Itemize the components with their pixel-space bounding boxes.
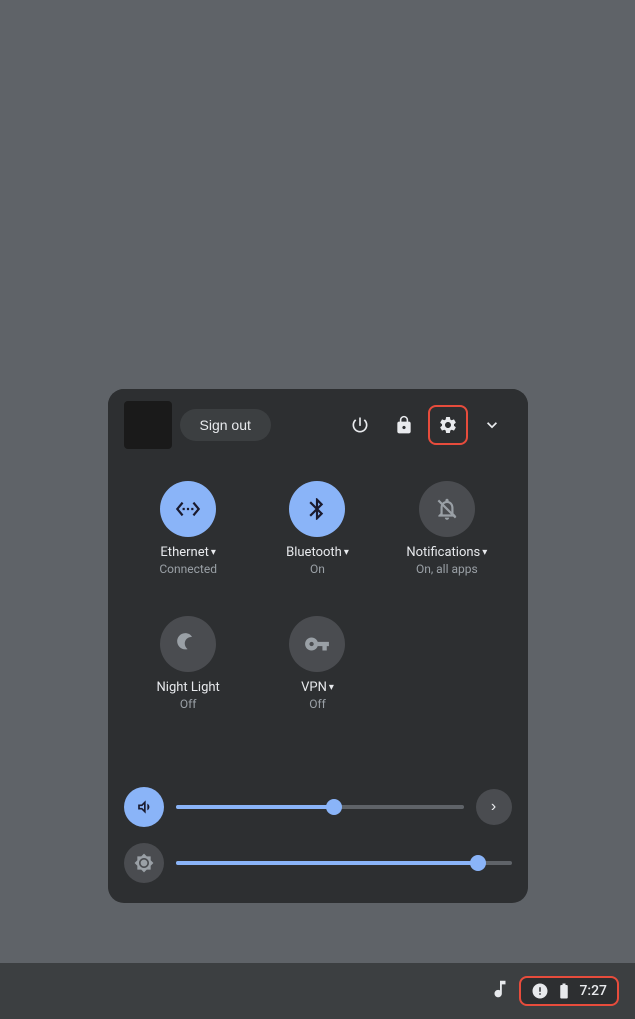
sliders-area: › bbox=[108, 779, 528, 903]
ethernet-circle bbox=[160, 481, 216, 537]
volume-track bbox=[176, 805, 334, 809]
power-button[interactable] bbox=[340, 405, 380, 445]
brightness-icon bbox=[134, 853, 154, 873]
lock-icon bbox=[394, 415, 414, 435]
vpn-label: VPN ▾ bbox=[301, 680, 334, 695]
notifications-toggle[interactable]: Notifications ▾ On, all apps bbox=[382, 469, 511, 588]
ethernet-sublabel: Connected bbox=[159, 562, 217, 576]
night-light-icon bbox=[175, 631, 201, 657]
volume-slider-container[interactable] bbox=[176, 805, 464, 809]
volume-icon-button[interactable] bbox=[124, 787, 164, 827]
night-light-sublabel: Off bbox=[180, 697, 197, 711]
notifications-icon bbox=[434, 496, 460, 522]
brightness-track bbox=[176, 861, 478, 865]
vpn-icon bbox=[304, 631, 330, 657]
vpn-toggle[interactable]: VPN ▾ Off bbox=[253, 604, 382, 723]
vpn-sublabel: Off bbox=[309, 697, 326, 711]
ethernet-label: Ethernet ▾ bbox=[160, 545, 215, 560]
night-light-circle bbox=[160, 616, 216, 672]
notifications-sublabel: On, all apps bbox=[416, 562, 478, 576]
sign-out-button[interactable]: Sign out bbox=[180, 409, 271, 441]
brightness-slider-row bbox=[124, 843, 512, 883]
settings-button[interactable] bbox=[428, 405, 468, 445]
bluetooth-sublabel: On bbox=[310, 562, 325, 576]
header-icons bbox=[340, 405, 512, 445]
toggles-row1: Ethernet ▾ Connected Bluetooth ▾ On bbox=[108, 461, 528, 604]
volume-thumb bbox=[326, 799, 342, 815]
ethernet-icon bbox=[175, 496, 201, 522]
ethernet-caret: ▾ bbox=[211, 547, 216, 558]
night-light-toggle[interactable]: Night Light Off bbox=[124, 604, 253, 723]
chevron-down-icon bbox=[482, 415, 502, 435]
settings-icon bbox=[438, 415, 458, 435]
avatar bbox=[124, 401, 172, 449]
quick-settings-panel: Sign out bbox=[108, 389, 528, 903]
brightness-thumb bbox=[470, 855, 486, 871]
volume-expand-button[interactable]: › bbox=[476, 789, 512, 825]
notifications-circle bbox=[419, 481, 475, 537]
notification-dot-icon bbox=[531, 982, 549, 1000]
bluetooth-toggle[interactable]: Bluetooth ▾ On bbox=[253, 469, 382, 588]
ethernet-toggle[interactable]: Ethernet ▾ Connected bbox=[124, 469, 253, 588]
panel-header: Sign out bbox=[108, 389, 528, 461]
vpn-caret: ▾ bbox=[329, 682, 334, 693]
power-icon bbox=[350, 415, 370, 435]
toggles-row2: Night Light Off VPN ▾ Off bbox=[108, 604, 528, 739]
taskbar: 7:27 bbox=[0, 963, 635, 1019]
volume-icon bbox=[134, 797, 154, 817]
brightness-slider-container[interactable] bbox=[176, 861, 512, 865]
time-display: 7:27 bbox=[579, 983, 607, 999]
taskbar-status-group[interactable]: 7:27 bbox=[519, 976, 619, 1006]
spacer bbox=[108, 739, 528, 779]
lock-button[interactable] bbox=[384, 405, 424, 445]
night-light-label: Night Light bbox=[157, 680, 220, 695]
bluetooth-circle bbox=[289, 481, 345, 537]
brightness-icon-button[interactable] bbox=[124, 843, 164, 883]
volume-slider-row: › bbox=[124, 787, 512, 827]
music-note-icon[interactable] bbox=[489, 978, 511, 1005]
notifications-caret: ▾ bbox=[482, 547, 487, 558]
notifications-label: Notifications ▾ bbox=[406, 545, 487, 560]
vpn-circle bbox=[289, 616, 345, 672]
bluetooth-label: Bluetooth ▾ bbox=[286, 545, 349, 560]
battery-icon bbox=[555, 982, 573, 1000]
bluetooth-caret: ▾ bbox=[344, 547, 349, 558]
bluetooth-icon bbox=[304, 496, 330, 522]
chevron-down-button[interactable] bbox=[472, 405, 512, 445]
